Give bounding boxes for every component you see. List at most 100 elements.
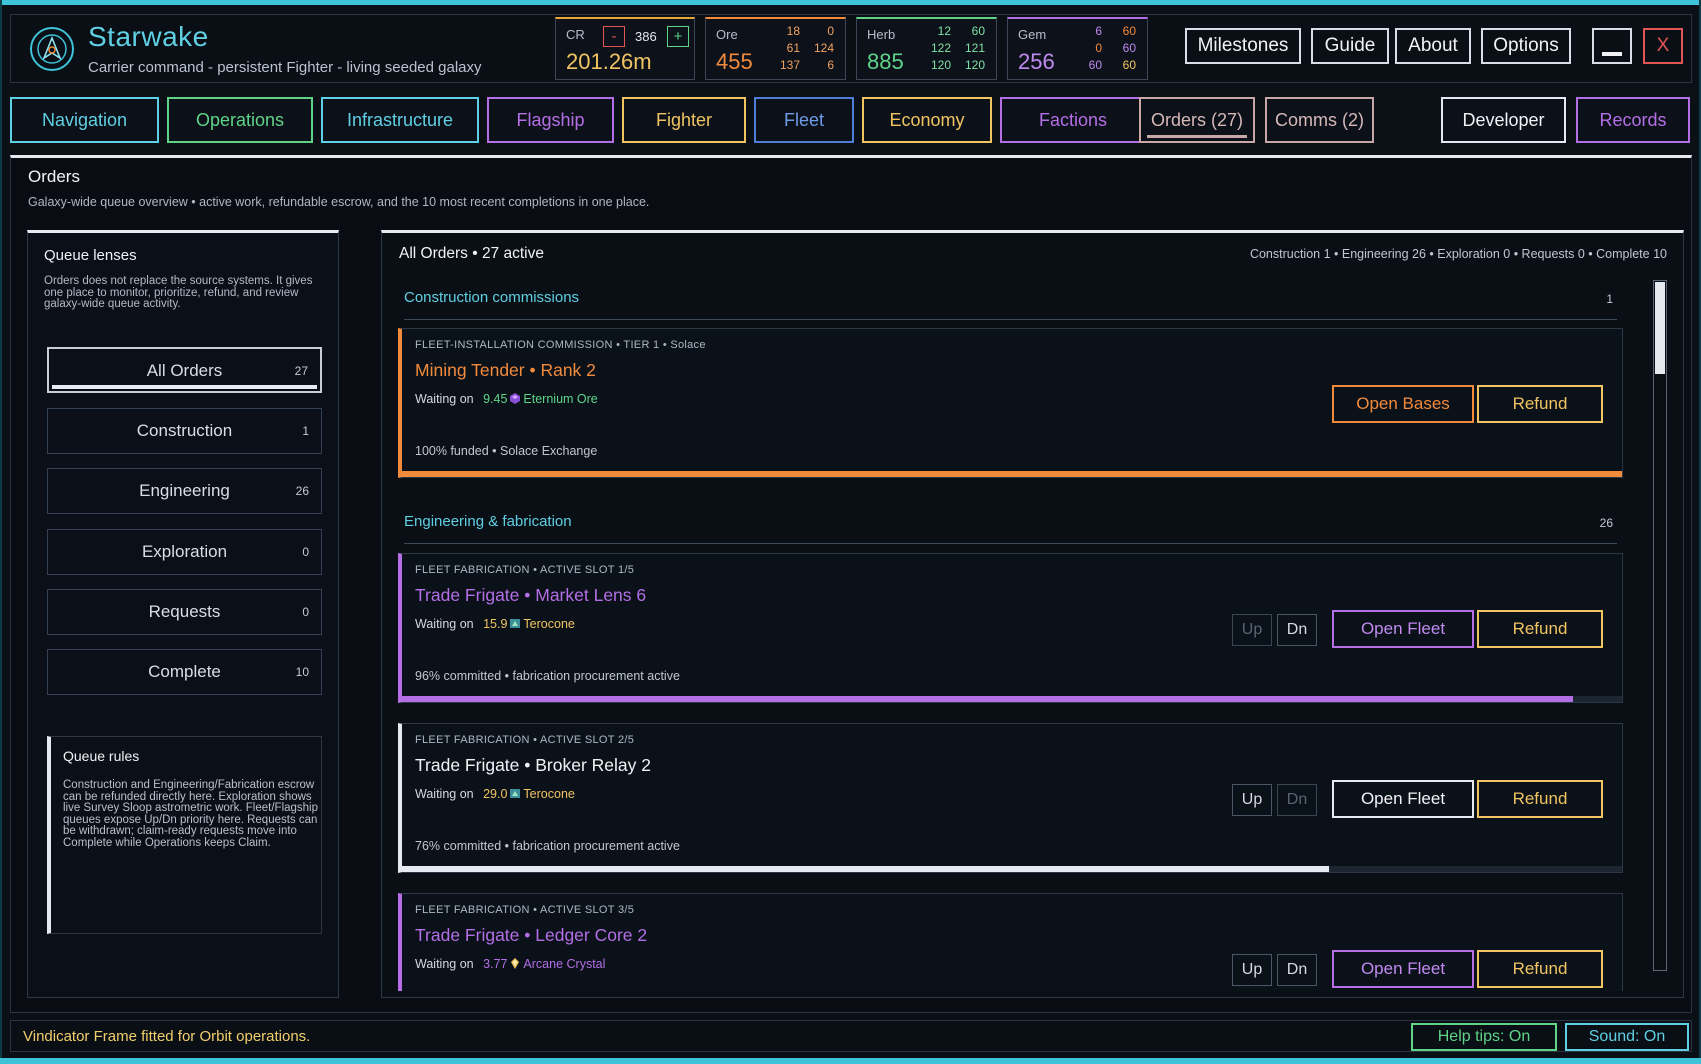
priority-down-button[interactable]: Dn [1277,784,1317,816]
lens-count: 1 [302,424,309,438]
credits-step-plus-button[interactable]: + [667,26,689,47]
minimize-button[interactable] [1592,28,1632,64]
lens-construction[interactable]: Construction 1 [47,408,322,454]
orders-scroll-list[interactable]: Construction commissions 1 FLEET-INSTALL… [382,233,1652,991]
lens-label: Requests [148,602,221,621]
ore-panel: Ore 455 18 0 61 124 137 6 [705,17,846,80]
open-fleet-button[interactable]: Open Fleet [1332,950,1474,988]
tab-flagship[interactable]: Flagship [487,97,614,143]
queue-rules-title: Queue rules [63,748,140,764]
lens-count: 27 [294,364,308,378]
milestones-button[interactable]: Milestones [1185,28,1301,64]
lens-count: 10 [295,665,309,679]
herb-stat: 60 [971,24,985,38]
ore-stat: 124 [813,41,834,55]
tab-orders[interactable]: Orders (27) [1139,97,1255,143]
tab-fleet[interactable]: Fleet [754,97,854,143]
order-status: 96% committed • fabrication procurement … [415,669,680,683]
waiting-resource: Arcane Crystal [523,957,606,971]
guide-button[interactable]: Guide [1311,28,1389,64]
tab-operations[interactable]: Operations [167,97,313,143]
order-name: Trade Frigate • Market Lens 6 [415,585,647,605]
order-card: FLEET FABRICATION • ACTIVE SLOT 1/5 Trad… [398,553,1623,703]
ore-stat: 0 [827,24,834,38]
active-lens-indicator [52,385,317,389]
open-fleet-button[interactable]: Open Fleet [1332,610,1474,648]
tab-developer[interactable]: Developer [1441,97,1566,143]
lens-count: 26 [295,484,309,498]
priority-down-button[interactable]: Dn [1277,614,1317,646]
tab-comms[interactable]: Comms (2) [1265,97,1374,143]
open-bases-button[interactable]: Open Bases [1332,385,1474,423]
tab-navigation[interactable]: Navigation [10,97,159,143]
gem-stat: 6 [1095,24,1102,38]
ore-stat: 6 [827,58,834,72]
gem-label: Gem [1018,27,1047,42]
lens-complete[interactable]: Complete 10 [47,649,322,695]
tab-infrastructure[interactable]: Infrastructure [321,97,479,143]
orders-scrollbar[interactable] [1653,280,1667,971]
order-kind: FLEET-INSTALLATION COMMISSION • TIER 1 •… [415,339,706,351]
gem-panel: Gem 256 6 60 0 60 60 60 [1007,17,1148,80]
lens-requests[interactable]: Requests 0 [47,589,322,635]
order-kind: FLEET FABRICATION • ACTIVE SLOT 3/5 [415,904,635,916]
priority-down-button[interactable]: Dn [1277,954,1317,986]
tab-records[interactable]: Records [1576,97,1690,143]
order-card: FLEET-INSTALLATION COMMISSION • TIER 1 •… [398,328,1623,478]
section-construction: Construction commissions 1 [404,280,1617,320]
order-progress-bar [402,696,1622,702]
close-button[interactable]: X [1643,28,1683,64]
priority-up-button[interactable]: Up [1232,614,1272,646]
refund-button[interactable]: Refund [1477,780,1603,818]
order-progress-fill [402,866,1330,872]
active-tab-indicator [1147,135,1247,138]
open-fleet-button[interactable]: Open Fleet [1332,780,1474,818]
refund-button[interactable]: Refund [1477,385,1603,423]
section-count: 1 [1606,292,1613,306]
help-tips-toggle[interactable]: Help tips: On [1411,1023,1557,1051]
page-title: Orders [28,167,80,186]
herb-label: Herb [867,27,896,42]
credits-step-value: 386 [635,29,657,44]
lens-all-orders[interactable]: All Orders 27 [47,347,322,393]
priority-up-button[interactable]: Up [1232,954,1272,986]
about-button[interactable]: About [1395,28,1471,64]
app-subtitle: Carrier command - persistent Fighter - l… [88,59,482,76]
lens-exploration[interactable]: Exploration 0 [47,529,322,575]
arcane-crystal-icon [510,958,520,969]
herb-stat: 120 [930,58,951,72]
order-name: Mining Tender • Rank 2 [415,360,596,380]
order-kind: FLEET FABRICATION • ACTIVE SLOT 2/5 [415,734,635,746]
waiting-amount: 15.9 [483,617,508,631]
options-button[interactable]: Options [1481,28,1571,64]
order-waiting: Waiting on 15.9 Terocone [415,617,575,631]
lens-engineering[interactable]: Engineering 26 [47,468,322,514]
tab-economy[interactable]: Economy [862,97,992,143]
priority-up-button[interactable]: Up [1232,784,1272,816]
tab-factions[interactable]: Factions [1000,97,1146,143]
ore-stat: 18 [786,24,800,38]
order-card: FLEET FABRICATION • ACTIVE SLOT 3/5 Trad… [398,893,1623,991]
waiting-resource: Eternium Ore [523,392,598,406]
waiting-amount: 3.77 [483,957,508,971]
waiting-resource: Terocone [523,617,575,631]
waiting-label: Waiting on [415,957,474,971]
tab-fighter[interactable]: Fighter [622,97,746,143]
gem-stat: 0 [1095,41,1102,55]
section-count: 26 [1599,516,1613,530]
minimize-icon [1602,52,1622,56]
tab-orders-label: Orders (27) [1150,110,1244,130]
sound-toggle[interactable]: Sound: On [1565,1023,1689,1051]
status-message: Vindicator Frame fitted for Orbit operat… [23,1028,311,1045]
order-status: 100% funded • Solace Exchange [415,444,598,458]
refund-button[interactable]: Refund [1477,950,1603,988]
refund-button[interactable]: Refund [1477,610,1603,648]
waiting-label: Waiting on [415,787,474,801]
credits-step-minus-button[interactable]: - [603,26,625,47]
order-kind: FLEET FABRICATION • ACTIVE SLOT 1/5 [415,564,635,576]
orders-scrollbar-thumb[interactable] [1655,282,1665,374]
queue-rules-text: Construction and Engineering/Fabrication… [63,779,319,849]
lens-count: 0 [302,605,309,619]
gem-stat: 60 [1122,24,1136,38]
credits-label: CR [566,27,585,42]
